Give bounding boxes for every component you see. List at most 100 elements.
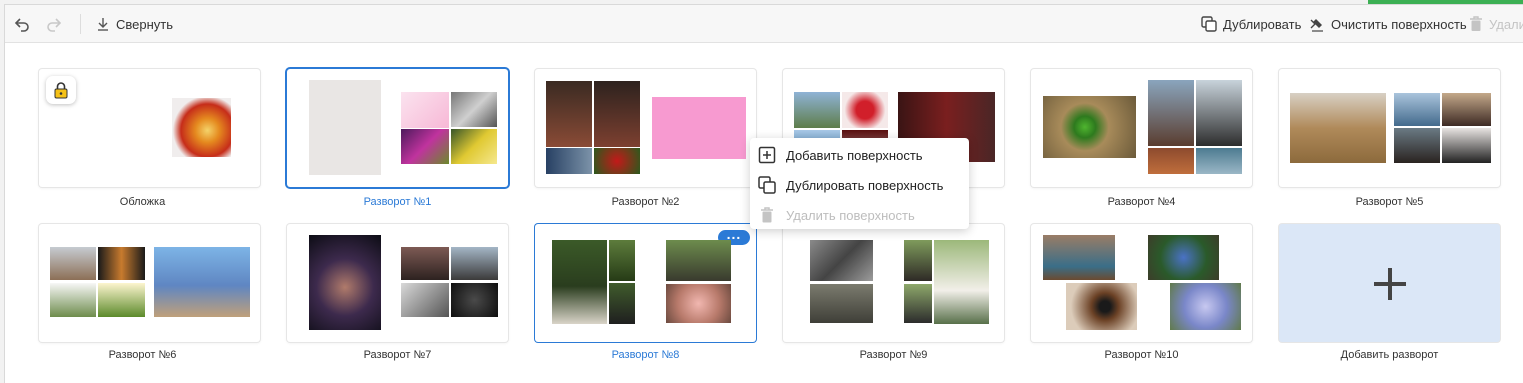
photo bbox=[546, 148, 592, 174]
duplicate-button[interactable]: Дублировать bbox=[1201, 14, 1301, 34]
photo bbox=[552, 240, 607, 324]
photo bbox=[1442, 93, 1491, 126]
photo bbox=[1148, 80, 1194, 146]
photo bbox=[546, 81, 592, 147]
collapse-button[interactable]: Свернуть bbox=[96, 14, 173, 34]
menu-item-delete-surface[interactable]: Удалить поверхность bbox=[758, 205, 915, 225]
photo bbox=[50, 283, 96, 317]
delete-label: Удали bbox=[1489, 16, 1523, 32]
clear-surface-label: Очистить поверхность bbox=[1331, 16, 1467, 32]
spread-label: Разворот №5 bbox=[1355, 196, 1424, 208]
photo bbox=[1043, 96, 1136, 158]
spread-card-6[interactable] bbox=[39, 224, 260, 342]
clear-surface-button[interactable]: Очистить поверхность bbox=[1309, 14, 1467, 34]
spread-card-2[interactable] bbox=[535, 69, 756, 187]
spread-label: Разворот №8 bbox=[611, 349, 680, 361]
photo bbox=[98, 247, 145, 280]
spread-card-9[interactable] bbox=[783, 224, 1004, 342]
cover-photo bbox=[172, 98, 231, 157]
menu-item-label: Удалить поверхность bbox=[786, 207, 915, 223]
toolbar-divider bbox=[80, 14, 81, 34]
spread-card-cover[interactable] bbox=[39, 69, 260, 187]
redo-button[interactable] bbox=[45, 14, 63, 34]
plus-icon bbox=[1374, 268, 1406, 300]
photo bbox=[666, 240, 731, 281]
photo bbox=[451, 92, 497, 127]
photo bbox=[609, 283, 635, 324]
photo bbox=[904, 284, 932, 323]
menu-item-label: Добавить поверхность bbox=[786, 147, 923, 163]
duplicate-label: Дублировать bbox=[1223, 16, 1302, 32]
photo bbox=[1148, 235, 1219, 280]
redo-icon bbox=[47, 18, 62, 32]
photo bbox=[842, 92, 888, 128]
photo bbox=[451, 247, 498, 280]
photo bbox=[50, 247, 96, 280]
collapse-label: Свернуть bbox=[116, 16, 174, 32]
empty-photo-slot bbox=[309, 80, 381, 175]
spread-label: Обложка bbox=[119, 196, 166, 208]
menu-item-add-surface[interactable]: Добавить поверхность bbox=[758, 145, 923, 165]
photo bbox=[666, 284, 731, 323]
photo bbox=[451, 129, 497, 164]
eraser-icon bbox=[1310, 19, 1323, 32]
delete-button[interactable]: Удали bbox=[1469, 14, 1523, 34]
photo bbox=[1066, 283, 1137, 330]
download-icon bbox=[98, 18, 108, 31]
toolbar: Свернуть Дублировать Очистить поверхност… bbox=[5, 5, 1523, 43]
spread-card-5[interactable] bbox=[1279, 69, 1500, 187]
photo bbox=[1043, 235, 1115, 280]
photo bbox=[794, 92, 840, 128]
spread-card-1[interactable] bbox=[287, 69, 508, 187]
photo bbox=[401, 92, 449, 128]
photo bbox=[594, 148, 640, 174]
spread-label: Разворот №7 bbox=[363, 349, 432, 361]
spread-label: Разворот №4 bbox=[1107, 196, 1176, 208]
lock-icon bbox=[54, 81, 68, 98]
spread-label: Разворот №1 bbox=[363, 196, 432, 208]
photo bbox=[1290, 93, 1386, 163]
photo bbox=[594, 81, 640, 147]
context-menu: Добавить поверхность Дублировать поверхн… bbox=[750, 138, 969, 229]
photo bbox=[154, 247, 250, 317]
spread-label: Разворот №6 bbox=[108, 349, 177, 361]
photo bbox=[1394, 93, 1440, 126]
photo bbox=[609, 240, 635, 281]
duplicate-icon bbox=[1201, 16, 1217, 32]
photo bbox=[401, 247, 449, 280]
photo bbox=[904, 240, 932, 281]
photo bbox=[1394, 128, 1440, 163]
photo bbox=[810, 284, 873, 323]
undo-button[interactable] bbox=[13, 14, 31, 34]
photo bbox=[451, 283, 498, 317]
photo bbox=[652, 97, 746, 159]
spread-label: Разворот №10 bbox=[1104, 349, 1179, 361]
add-spread-button[interactable] bbox=[1279, 224, 1500, 342]
photo bbox=[810, 240, 873, 281]
add-square-icon bbox=[758, 146, 776, 164]
spread-card-8[interactable]: ... bbox=[535, 224, 756, 342]
spread-card-7[interactable] bbox=[287, 224, 508, 342]
menu-item-label: Дублировать поверхность bbox=[786, 177, 944, 193]
add-spread-label: Добавить разворот bbox=[1340, 349, 1439, 361]
duplicate-icon bbox=[758, 176, 776, 194]
photo bbox=[309, 235, 381, 330]
photo bbox=[98, 283, 145, 317]
photo bbox=[1148, 148, 1194, 174]
photo bbox=[934, 240, 989, 324]
spread-card-10[interactable] bbox=[1031, 224, 1252, 342]
photo bbox=[1196, 148, 1242, 174]
menu-item-duplicate-surface[interactable]: Дублировать поверхность bbox=[758, 175, 943, 195]
trash-icon bbox=[761, 207, 773, 223]
lock-badge[interactable] bbox=[46, 76, 76, 104]
spread-label: Разворот №2 bbox=[611, 196, 680, 208]
photo bbox=[401, 129, 449, 164]
photo bbox=[401, 283, 449, 317]
undo-icon bbox=[14, 18, 29, 32]
photo bbox=[1170, 283, 1241, 330]
photo bbox=[1442, 128, 1491, 163]
photo bbox=[1196, 80, 1242, 146]
spread-card-4[interactable] bbox=[1031, 69, 1252, 187]
spread-label: Разворот №9 bbox=[859, 349, 928, 361]
trash-icon bbox=[1470, 16, 1482, 31]
